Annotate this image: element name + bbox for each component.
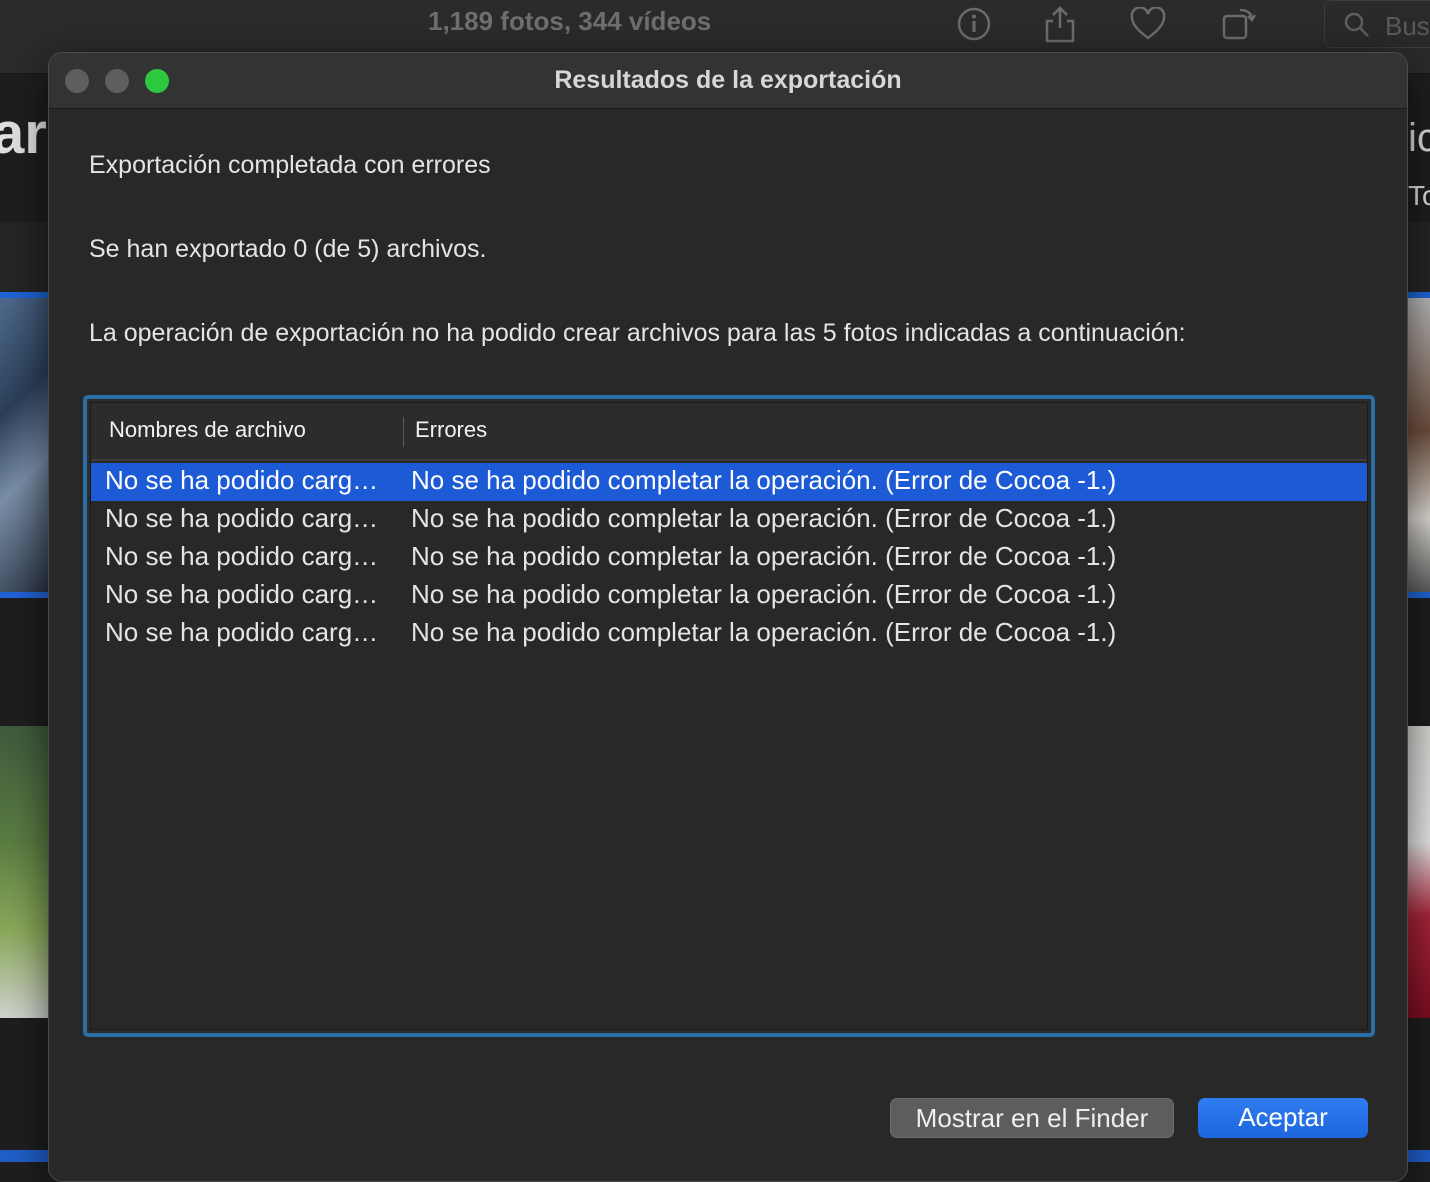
error-cell: No se ha podido completar la operación. … — [411, 465, 1117, 495]
table-row[interactable]: No se ha podido carg… No se ha podido co… — [91, 501, 1367, 539]
table-row[interactable]: No se ha podido carg… No se ha podido co… — [91, 463, 1367, 501]
table-rows: No se ha podido carg… No se ha podido co… — [91, 463, 1367, 653]
export-detail-text: La operación de exportación no ha podido… — [89, 319, 1186, 347]
filename-cell: No se ha podido carg… — [105, 465, 379, 495]
export-status-text: Exportación completada con errores — [89, 151, 491, 179]
background-text-partial-2: To — [1408, 180, 1430, 211]
table-row[interactable]: No se ha podido carg… No se ha podido co… — [91, 577, 1367, 615]
show-in-finder-button[interactable]: Mostrar en el Finder — [890, 1098, 1174, 1138]
accept-button[interactable]: Aceptar — [1198, 1098, 1368, 1138]
errors-table-body: Nombres de archivo Errores No se ha podi… — [90, 402, 1368, 1030]
dialog-title: Resultados de la exportación — [554, 66, 902, 94]
error-cell: No se ha podido completar la operación. … — [411, 541, 1117, 571]
dialog-titlebar: Resultados de la exportación — [49, 53, 1407, 109]
error-cell: No se ha podido completar la operación. … — [411, 579, 1117, 609]
filename-cell: No se ha podido carg… — [105, 579, 379, 609]
filename-cell: No se ha podido carg… — [105, 503, 379, 533]
column-divider[interactable] — [403, 417, 404, 447]
error-cell: No se ha podido completar la operación. … — [411, 617, 1117, 647]
info-icon[interactable] — [954, 4, 994, 44]
photo-thumbnail[interactable] — [1408, 726, 1430, 1018]
search-icon — [1343, 11, 1371, 44]
rotate-icon[interactable] — [1218, 4, 1258, 44]
table-header: Nombres de archivo Errores — [91, 403, 1367, 461]
photo-thumbnail[interactable] — [1408, 292, 1430, 598]
photo-thumbnail[interactable] — [0, 726, 48, 1018]
library-count-title: 1,189 fotos, 344 vídeos — [428, 6, 712, 36]
table-row[interactable]: No se ha podido carg… No se ha podido co… — [91, 615, 1367, 653]
filename-cell: No se ha podido carg… — [105, 541, 379, 571]
share-icon[interactable] — [1040, 4, 1080, 44]
error-cell: No se ha podido completar la operación. … — [411, 503, 1117, 533]
search-field[interactable]: Bus — [1324, 0, 1430, 48]
errors-table[interactable]: Nombres de archivo Errores No se ha podi… — [83, 395, 1375, 1037]
table-row[interactable]: No se ha podido carg… No se ha podido co… — [91, 539, 1367, 577]
search-placeholder: Bus — [1385, 11, 1430, 41]
heart-icon[interactable] — [1128, 4, 1168, 44]
filename-cell: No se ha podido carg… — [105, 617, 379, 647]
photo-thumbnail[interactable] — [0, 292, 48, 598]
column-header-filenames[interactable]: Nombres de archivo — [109, 417, 306, 443]
export-results-dialog: Resultados de la exportación Exportación… — [48, 52, 1408, 1182]
column-header-errors[interactable]: Errores — [415, 417, 487, 443]
background-text-partial-1: ic — [1408, 116, 1430, 160]
export-count-text: Se han exportado 0 (de 5) archivos. — [89, 235, 487, 263]
